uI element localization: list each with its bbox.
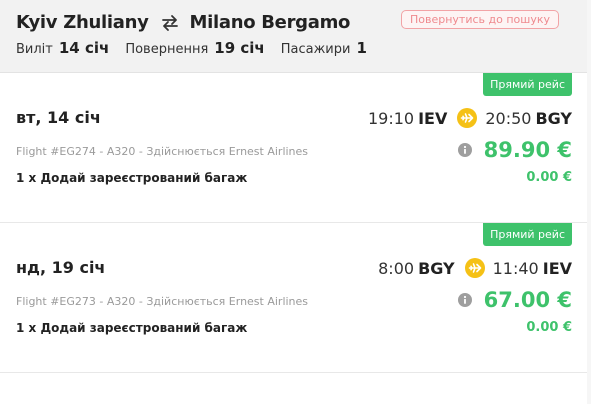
arrival-airport-code: IEV: [542, 258, 572, 278]
flight-date: вт, 14 січ: [16, 108, 101, 127]
flight-times: 19:10 IEV 20:50 BGY: [368, 108, 572, 128]
info-icon[interactable]: [457, 293, 472, 307]
departure-airport-code: IEV: [418, 108, 448, 128]
flight-details: Flight #EG273 - A320 - Здійснюється Erne…: [16, 295, 309, 308]
add-baggage-option[interactable]: 1 x Додай зареєстрований багаж: [16, 171, 247, 185]
arrival-time: 11:40: [492, 258, 539, 278]
swap-arrows-icon: [161, 14, 178, 31]
ticket-price: 67.00 €: [483, 288, 572, 312]
card-divider: [0, 372, 587, 373]
search-summary-header: Kyiv Zhuliany Milano Bergamo Виліт 14 сі…: [0, 0, 587, 73]
plane-icon: [464, 258, 485, 278]
baggage-price: 0.00 €: [526, 320, 572, 335]
search-meta: Виліт 14 січ Повернення 19 січ Пасажири …: [16, 39, 383, 57]
flight-date: нд, 19 січ: [16, 258, 106, 277]
flight-card-return[interactable]: Прямий рейс нд, 19 січ 8:00 BGY 11:40 IE…: [0, 223, 587, 373]
arrival-airport-code: BGY: [535, 108, 572, 128]
direct-flight-badge: Прямий рейс: [483, 223, 572, 246]
departure-label: Виліт: [16, 42, 53, 57]
destination-city: Milano Bergamo: [189, 12, 351, 33]
departure-airport-code: BGY: [418, 258, 455, 278]
scrollbar[interactable]: [587, 0, 591, 404]
add-baggage-option[interactable]: 1 x Додай зареєстрований багаж: [16, 321, 247, 335]
passengers-count: 1: [356, 39, 367, 57]
plane-icon: [457, 108, 478, 128]
departure-time: 19:10: [367, 108, 415, 128]
return-date: 19 січ: [214, 39, 265, 57]
ticket-price: 89.90 €: [483, 138, 572, 162]
info-icon[interactable]: [457, 143, 472, 157]
back-to-search-button[interactable]: Повернутись до пошуку: [400, 10, 559, 29]
price-row: 67.00 €: [457, 288, 572, 312]
flight-card-outbound[interactable]: Прямий рейс вт, 14 січ 19:10 IEV 20:50 B…: [0, 73, 587, 223]
return-label: Повернення: [125, 42, 209, 57]
departure-date: 14 січ: [58, 39, 110, 57]
flight-times: 8:00 BGY 11:40 IEV: [378, 258, 572, 278]
arrival-time: 20:50: [485, 108, 532, 128]
route-title: Kyiv Zhuliany Milano Bergamo: [16, 12, 350, 33]
passengers-label: Пасажири: [280, 42, 351, 57]
baggage-price: 0.00 €: [526, 170, 572, 185]
direct-flight-badge: Прямий рейс: [483, 73, 572, 96]
origin-city: Kyiv Zhuliany: [16, 12, 149, 33]
price-row: 89.90 €: [457, 138, 572, 162]
departure-time: 8:00: [378, 258, 415, 278]
flight-details: Flight #EG274 - A320 - Здійснюється Erne…: [16, 145, 309, 158]
